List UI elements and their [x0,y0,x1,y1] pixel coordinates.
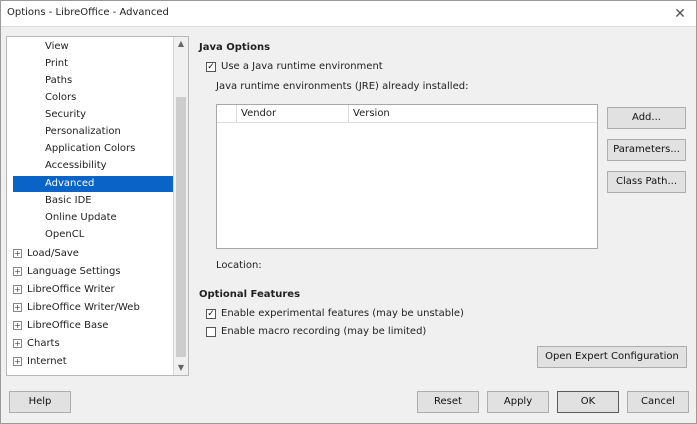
optional-features-heading: Optional Features [199,289,301,300]
column-header-select [217,105,237,123]
tree-root-label: LibreOffice Writer/Web [27,302,140,313]
expand-icon[interactable]: + [13,338,22,348]
cancel-button[interactable]: Cancel [627,391,689,413]
location-label: Location: [216,260,262,271]
tree-root-label: Language Settings [27,266,121,277]
tree-item-view[interactable]: View [45,39,69,55]
tree-root-internet[interactable]: + Internet [13,354,67,370]
parameters-button[interactable]: Parameters... [607,139,686,161]
tree-item-print[interactable]: Print [45,56,68,72]
experimental-checkbox[interactable]: ✓ [206,309,216,319]
tree-root-base[interactable]: + LibreOffice Base [13,318,108,334]
experimental-label: Enable experimental features (may be uns… [221,308,464,319]
apply-button[interactable]: Apply [487,391,549,413]
expand-icon[interactable]: + [13,302,22,312]
tree-item-paths[interactable]: Paths [45,73,72,89]
use-jre-checkbox[interactable]: ✓ [206,62,216,72]
java-options-heading: Java Options [199,42,271,53]
reset-button[interactable]: Reset [417,391,479,413]
scroll-up-icon[interactable]: ▲ [174,37,188,51]
tree-root-label: LibreOffice Writer [27,284,115,295]
title-bar: Options - LibreOffice - Advanced ✕ [1,1,696,27]
scroll-down-icon[interactable]: ▼ [174,361,188,375]
class-path-button[interactable]: Class Path... [607,171,686,193]
tree-root-label: Charts [27,338,60,349]
tree-root-language-settings[interactable]: + Language Settings [13,264,121,280]
options-tree[interactable]: View Print Paths Colors Security Persona… [6,36,189,376]
add-button[interactable]: Add... [607,107,686,129]
expand-icon[interactable]: + [13,356,22,366]
tree-item-colors[interactable]: Colors [45,90,76,106]
close-icon[interactable]: ✕ [670,4,690,24]
tree-scrollbar[interactable]: ▲ ▼ [173,37,188,375]
column-header-version[interactable]: Version [349,105,597,123]
tree-item-advanced[interactable]: Advanced [13,176,176,192]
options-dialog: Options - LibreOffice - Advanced ✕ View … [0,0,697,424]
expand-icon[interactable]: + [13,320,22,330]
tree-root-label: LibreOffice Base [27,320,109,331]
help-button[interactable]: Help [9,391,71,413]
ok-button[interactable]: OK [557,391,619,413]
tree-root-label: Load/Save [27,248,79,259]
tree-root-writer-web[interactable]: + LibreOffice Writer/Web [13,300,140,316]
tree-item-opencl[interactable]: OpenCL [45,227,84,243]
tree-item-personalization[interactable]: Personalization [45,124,121,140]
tree-root-label: Internet [27,356,67,367]
macro-label: Enable macro recording (may be limited) [221,326,427,337]
column-header-vendor[interactable]: Vendor [237,105,349,123]
window-title: Options - LibreOffice - Advanced [7,7,169,18]
expand-icon[interactable]: + [13,266,22,276]
use-jre-label: Use a Java runtime environment [221,61,383,72]
tree-item-accessibility[interactable]: Accessibility [45,158,107,174]
expand-icon[interactable]: + [13,284,22,294]
scrollbar-thumb[interactable] [176,97,186,357]
tree-item-application-colors[interactable]: Application Colors [45,141,135,157]
expert-configuration-button[interactable]: Open Expert Configuration [537,346,687,368]
tree-root-load-save[interactable]: + Load/Save [13,246,79,262]
expand-icon[interactable]: + [13,248,22,258]
jre-table[interactable]: Vendor Version [216,104,598,249]
tree-item-basic-ide[interactable]: Basic IDE [45,193,92,209]
macro-checkbox[interactable] [206,327,216,337]
tree-root-writer[interactable]: + LibreOffice Writer [13,282,115,298]
tree-item-security[interactable]: Security [45,107,86,123]
tree-root-charts[interactable]: + Charts [13,336,60,352]
jre-status-text: Java runtime environments (JRE) already … [216,81,469,92]
tree-item-online-update[interactable]: Online Update [45,210,117,226]
